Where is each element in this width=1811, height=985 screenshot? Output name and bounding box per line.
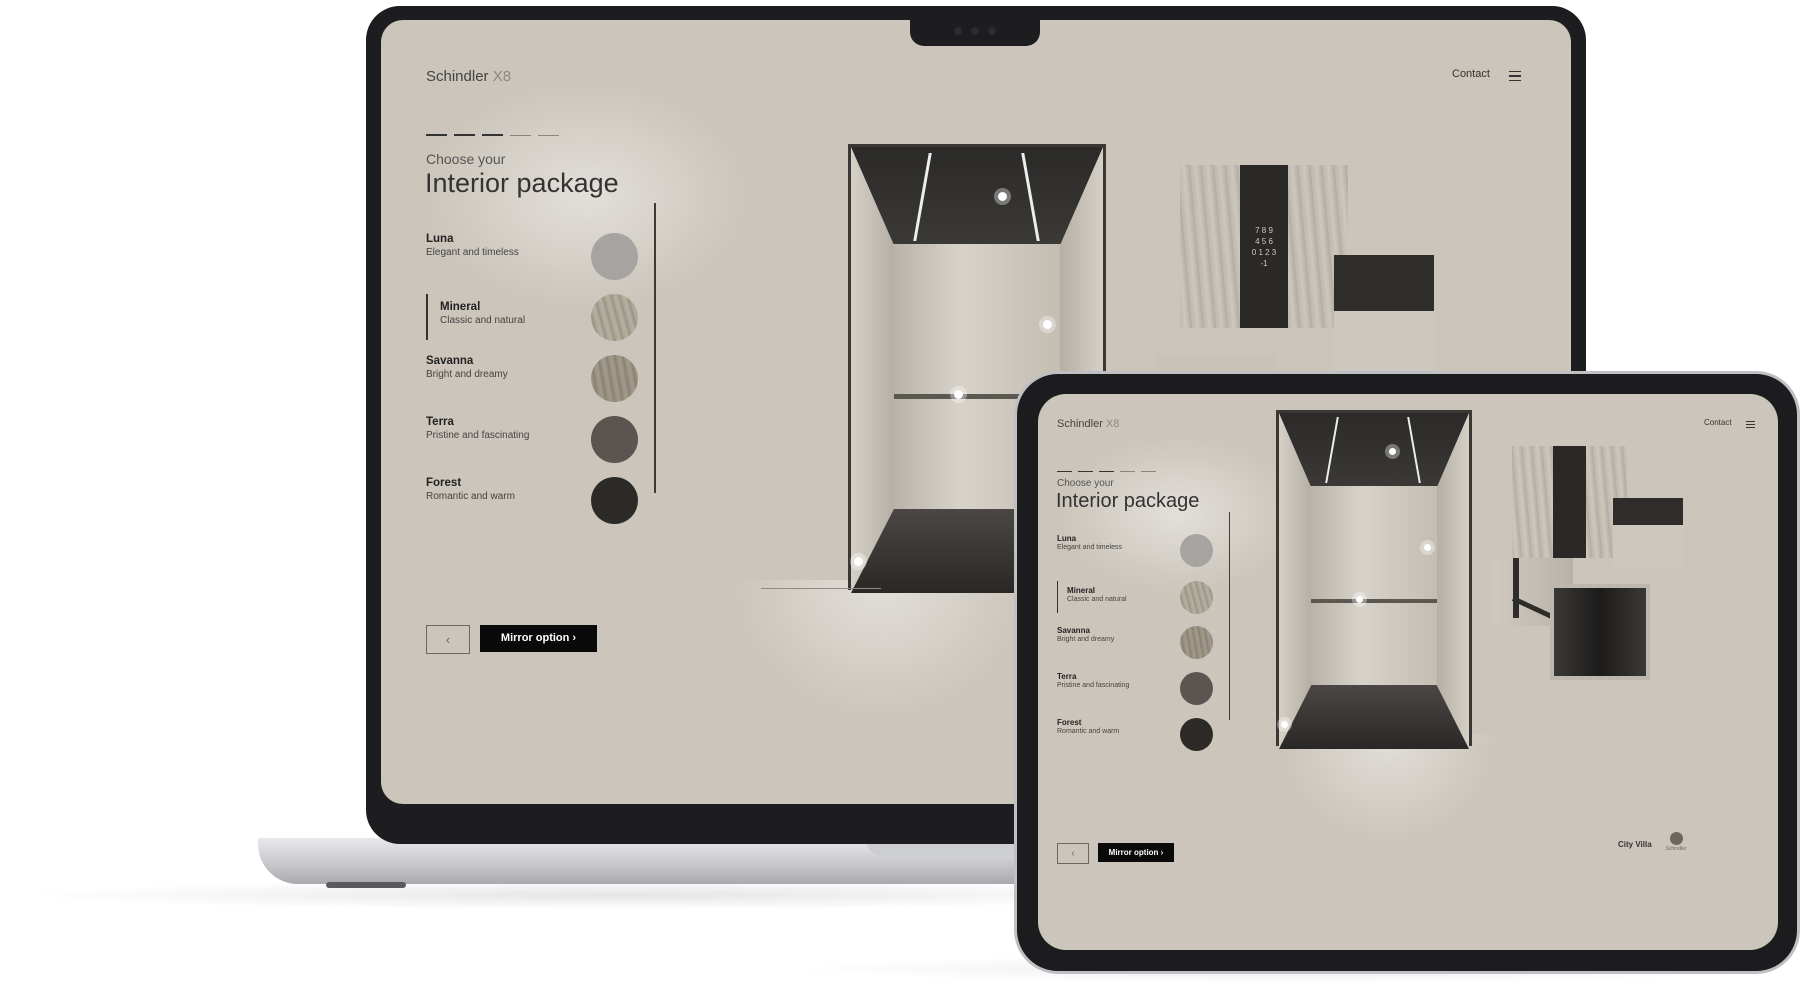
detail-thumb-ceiling[interactable] bbox=[1613, 498, 1683, 566]
option-luna[interactable]: Luna Elegant and timeless bbox=[426, 233, 638, 281]
option-mineral[interactable]: Mineral Classic and natural bbox=[1057, 581, 1213, 615]
cabin-ceiling bbox=[851, 147, 1103, 244]
swatch-savanna bbox=[1180, 626, 1213, 659]
detail-thumb-doors[interactable] bbox=[1550, 584, 1650, 680]
back-button[interactable]: ‹ bbox=[1057, 843, 1089, 864]
hotspot-wall[interactable] bbox=[954, 390, 963, 399]
footer-label: City Villa bbox=[1618, 840, 1652, 849]
hotspot-ceiling[interactable] bbox=[998, 192, 1007, 201]
hotspot-wall[interactable] bbox=[1356, 596, 1363, 603]
hamburger-menu-icon[interactable] bbox=[1746, 421, 1755, 428]
swatch-forest bbox=[1180, 718, 1213, 751]
schindler-logo-icon[interactable]: Schindler bbox=[1662, 832, 1690, 852]
progress-steps bbox=[426, 123, 559, 141]
options-scrollbar[interactable] bbox=[1229, 512, 1230, 720]
progress-steps bbox=[1057, 459, 1156, 477]
cabin-handrail bbox=[1311, 599, 1437, 603]
tablet-screen: Schindler X8 Contact Choose your Interio… bbox=[1038, 394, 1778, 950]
brand-name: Schindler bbox=[1057, 418, 1103, 430]
detail-thumb-panel[interactable]: 7 8 9 4 5 6 0 1 2 3 -1 bbox=[1180, 165, 1348, 328]
option-desc: Classic and natural bbox=[1067, 596, 1127, 603]
elevator-cabin bbox=[1276, 410, 1472, 749]
footer-logo-text: Schindler bbox=[1665, 846, 1687, 852]
hotspot-panel[interactable] bbox=[1043, 320, 1052, 329]
brand-logo[interactable]: Schindler X8 bbox=[1057, 418, 1119, 430]
swatch-forest bbox=[591, 477, 638, 524]
laptop-foot bbox=[326, 882, 406, 888]
option-forest[interactable]: Forest Romantic and warm bbox=[1057, 718, 1213, 752]
detail-thumb-ceiling[interactable] bbox=[1334, 255, 1434, 380]
hotspot-floor[interactable] bbox=[1281, 721, 1288, 728]
laptop-notch bbox=[910, 20, 1040, 46]
brand-mark: X8 bbox=[492, 68, 512, 85]
option-terra[interactable]: Terra Pristine and fascinating bbox=[426, 416, 638, 464]
option-desc: Classic and natural bbox=[440, 315, 526, 326]
screen-glow bbox=[1058, 434, 1298, 594]
hotspot-ceiling[interactable] bbox=[1389, 448, 1396, 455]
option-name: Mineral bbox=[440, 301, 481, 313]
page-subtitle: Choose your bbox=[1057, 478, 1114, 489]
panel-digit-row: 7 8 9 bbox=[1255, 226, 1273, 235]
selected-indicator bbox=[1057, 581, 1058, 613]
swatch-savanna bbox=[591, 355, 638, 402]
option-mineral[interactable]: Mineral Classic and natural bbox=[426, 294, 638, 342]
hotspot-panel[interactable] bbox=[1424, 544, 1431, 551]
swatch-terra bbox=[1180, 672, 1213, 705]
brand-name: Schindler bbox=[426, 68, 489, 85]
option-name: Mineral bbox=[1067, 586, 1096, 595]
contact-link[interactable]: Contact bbox=[1704, 418, 1732, 427]
hotspot-floor[interactable] bbox=[854, 557, 863, 566]
panel-digit-row: 4 5 6 bbox=[1255, 237, 1273, 246]
cabin-back-wall bbox=[1311, 486, 1437, 696]
options-scrollbar[interactable] bbox=[654, 203, 656, 493]
option-savanna[interactable]: Savanna Bright and dreamy bbox=[426, 355, 638, 403]
contact-link[interactable]: Contact bbox=[1452, 68, 1490, 80]
call-panel bbox=[1553, 446, 1586, 558]
call-panel: 7 8 9 4 5 6 0 1 2 3 -1 bbox=[1240, 165, 1288, 328]
panel-digit-row: -1 bbox=[1260, 259, 1268, 268]
swatch-mineral bbox=[591, 294, 638, 341]
page-subtitle: Choose your bbox=[426, 151, 506, 167]
floor-line bbox=[761, 588, 881, 589]
swatch-luna bbox=[1180, 534, 1213, 567]
page-title: Interior package bbox=[425, 168, 619, 198]
mirror-option-button[interactable]: Mirror option › bbox=[480, 625, 597, 652]
page-title: Interior package bbox=[1056, 490, 1200, 512]
cabin-floor-reflection bbox=[1278, 734, 1498, 844]
cabin-ceiling bbox=[1279, 413, 1469, 486]
cabin-floor-reflection bbox=[731, 580, 1031, 720]
option-terra[interactable]: Terra Pristine and fascinating bbox=[1057, 672, 1213, 706]
swatch-terra bbox=[591, 416, 638, 463]
brand-mark: X8 bbox=[1105, 418, 1120, 430]
mirror-option-button[interactable]: Mirror option › bbox=[1098, 843, 1174, 862]
back-button[interactable]: ‹ bbox=[426, 625, 470, 654]
option-luna[interactable]: Luna Elegant and timeless bbox=[1057, 534, 1213, 568]
option-forest[interactable]: Forest Romantic and warm bbox=[426, 477, 638, 525]
cabin-floor bbox=[1279, 685, 1469, 749]
panel-digit-row: 0 1 2 3 bbox=[1251, 248, 1277, 257]
selected-indicator bbox=[426, 294, 428, 340]
option-savanna[interactable]: Savanna Bright and dreamy bbox=[1057, 626, 1213, 660]
swatch-mineral bbox=[1180, 581, 1213, 614]
brand-logo[interactable]: Schindler X8 bbox=[426, 68, 511, 85]
hamburger-menu-icon[interactable] bbox=[1509, 71, 1521, 81]
swatch-luna bbox=[591, 233, 638, 280]
detail-thumb-panel[interactable] bbox=[1512, 446, 1627, 558]
